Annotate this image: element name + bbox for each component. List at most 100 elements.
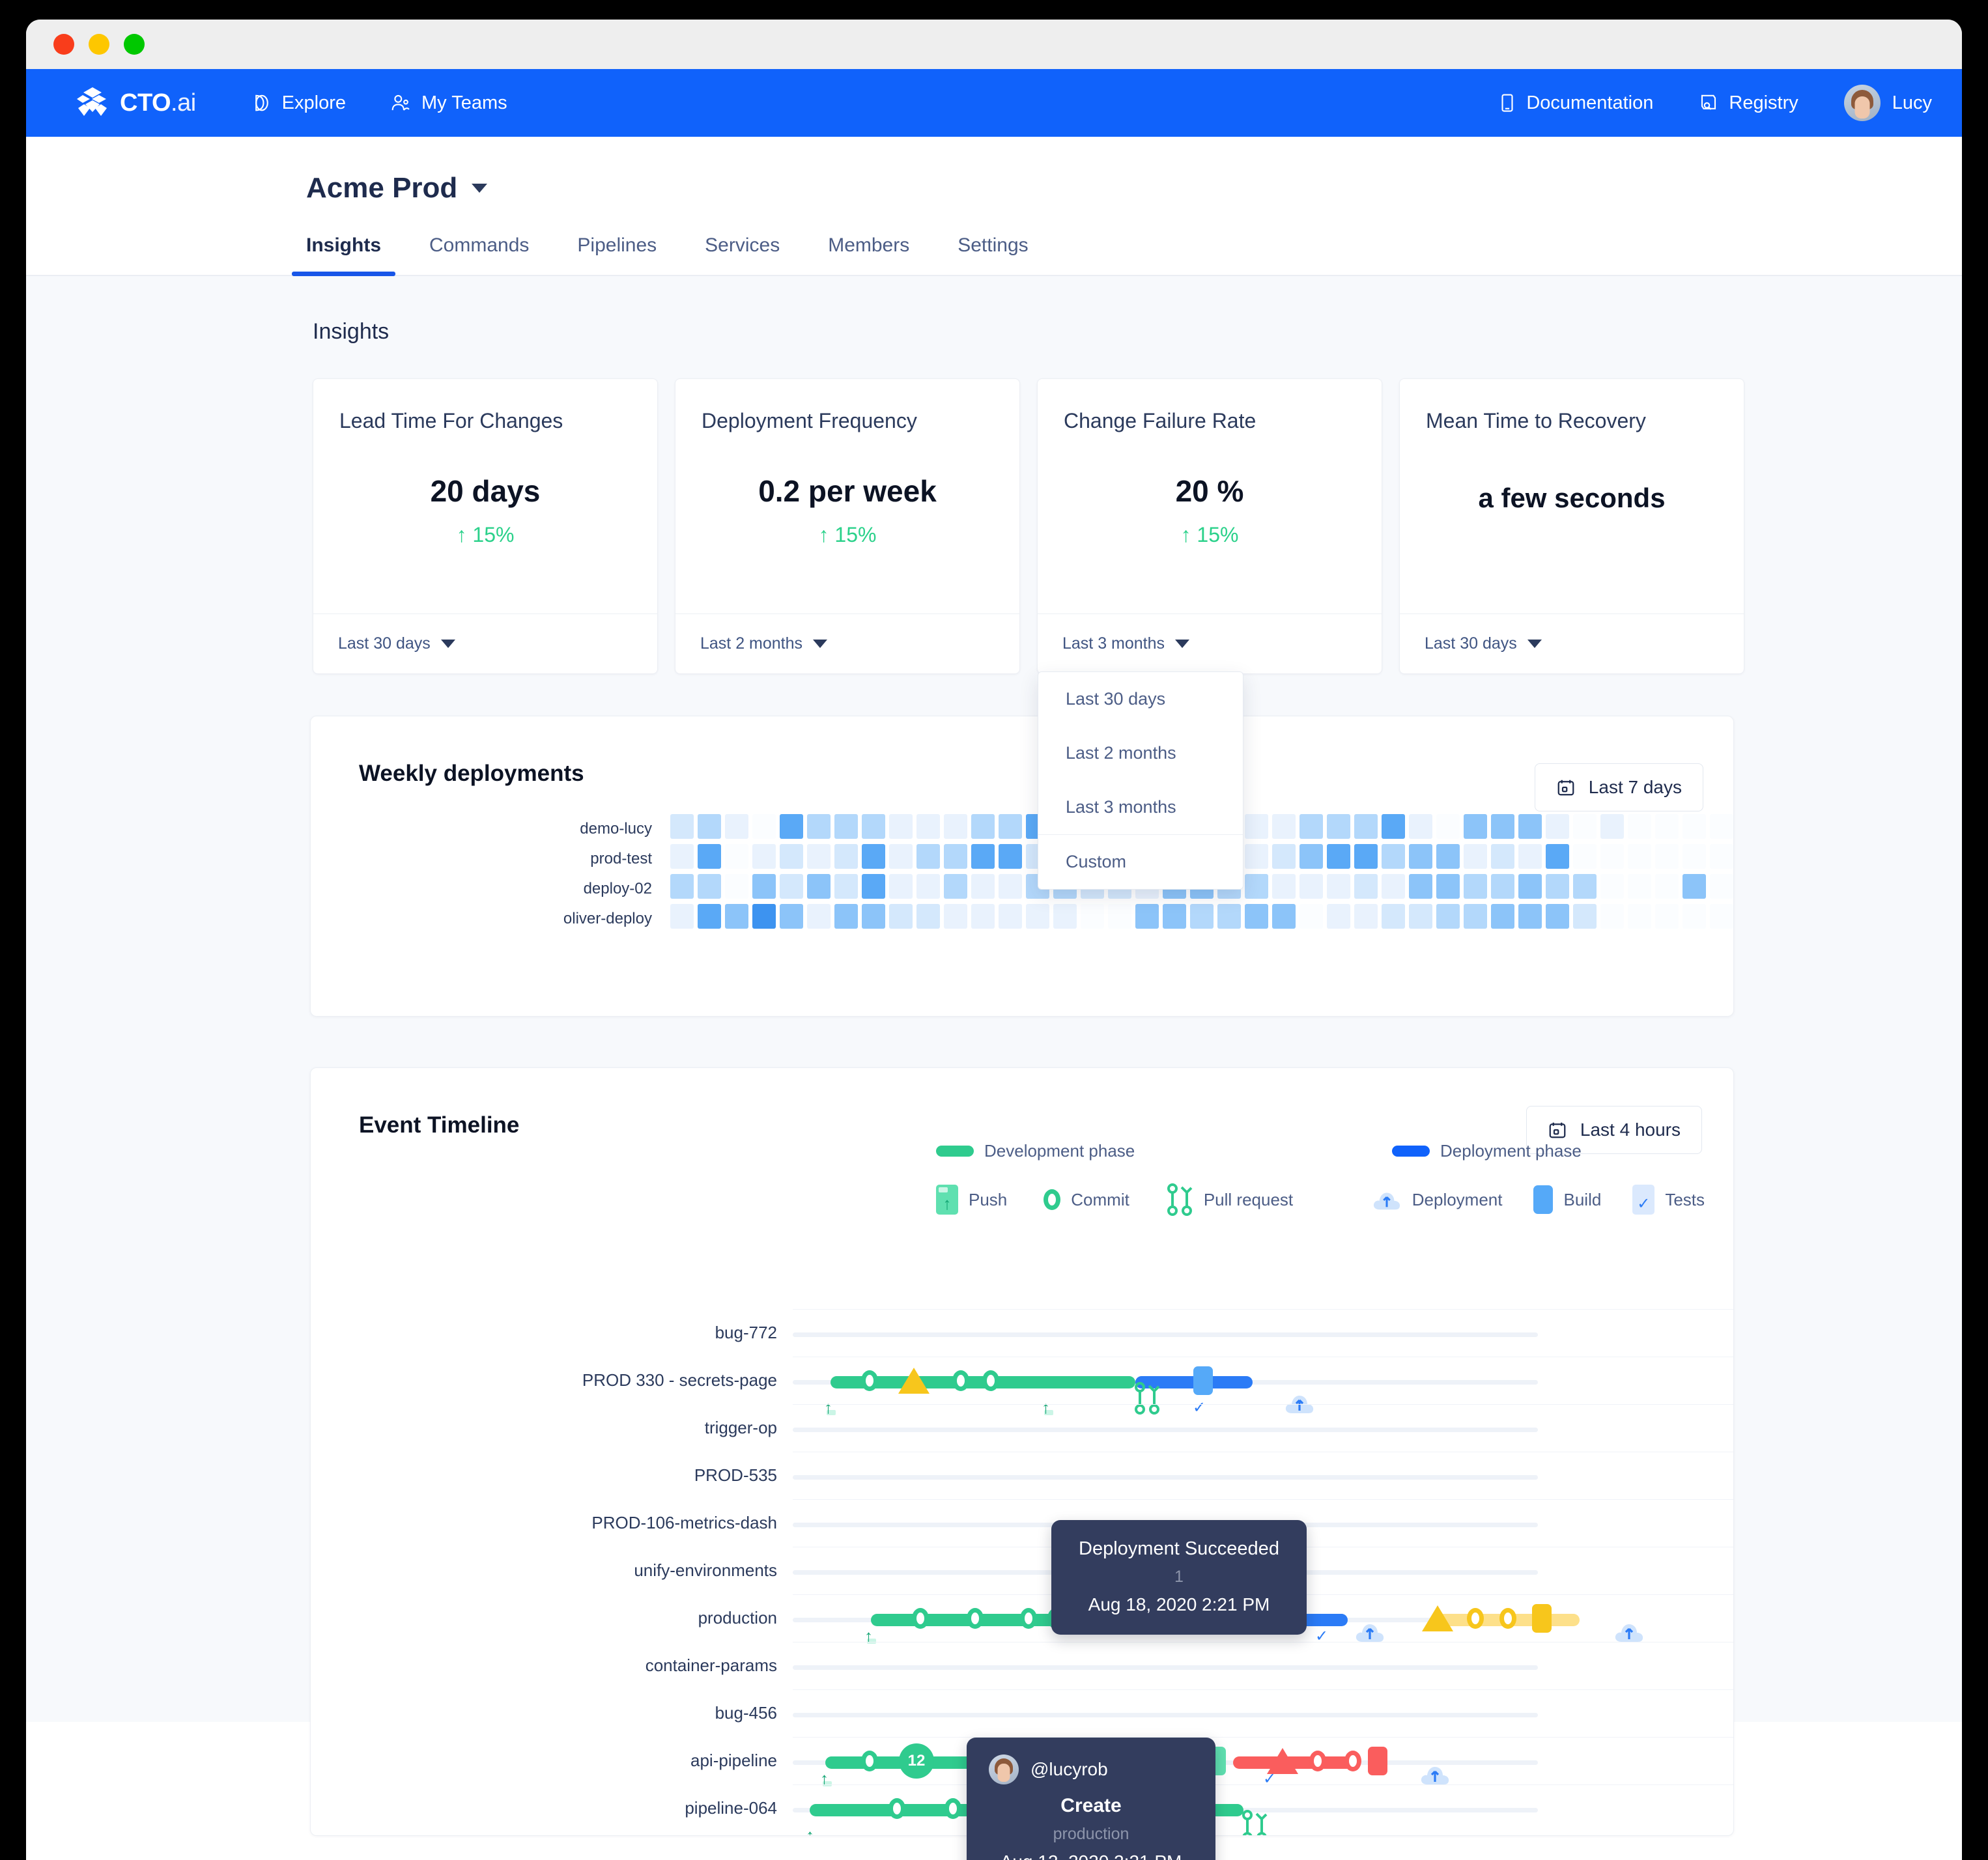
heatmap-cell[interactable] bbox=[752, 814, 776, 839]
heatmap-cell[interactable] bbox=[1546, 814, 1569, 839]
commit-count-badge[interactable]: 12 bbox=[899, 1743, 934, 1779]
pull-request-icon[interactable] bbox=[1242, 1810, 1268, 1835]
commit-icon[interactable] bbox=[1309, 1751, 1326, 1771]
warning-icon[interactable] bbox=[1422, 1605, 1453, 1631]
heatmap-cell[interactable] bbox=[1546, 844, 1569, 869]
heatmap-cell[interactable] bbox=[1299, 844, 1323, 869]
heatmap-cell[interactable] bbox=[1354, 904, 1378, 929]
card-range-selector[interactable]: Last 3 months Last 30 days Last 2 months… bbox=[1038, 613, 1382, 890]
commit-icon[interactable] bbox=[1020, 1608, 1037, 1629]
window-minimize-button[interactable] bbox=[89, 34, 109, 55]
heatmap-cell[interactable] bbox=[1573, 904, 1597, 929]
heatmap-cell[interactable] bbox=[1655, 814, 1679, 839]
nav-registry[interactable]: Registry bbox=[1699, 92, 1798, 114]
timeline-track[interactable] bbox=[793, 1404, 1733, 1452]
heatmap-cell[interactable] bbox=[999, 904, 1022, 929]
heatmap-cell[interactable] bbox=[807, 874, 831, 899]
commit-icon[interactable] bbox=[1467, 1608, 1484, 1629]
heatmap-cell[interactable] bbox=[752, 844, 776, 869]
heatmap-cell[interactable] bbox=[1217, 904, 1241, 929]
heatmap-cell[interactable] bbox=[1464, 874, 1487, 899]
warning-icon[interactable] bbox=[898, 1368, 930, 1394]
timeline-track[interactable] bbox=[793, 1784, 1733, 1835]
heatmap-cell[interactable] bbox=[780, 814, 803, 839]
heatmap-cell[interactable] bbox=[1354, 814, 1378, 839]
heatmap-cell[interactable] bbox=[725, 874, 748, 899]
heatmap-cell[interactable] bbox=[807, 904, 831, 929]
commit-icon[interactable] bbox=[861, 1370, 878, 1391]
heatmap-cell[interactable] bbox=[971, 904, 995, 929]
heatmap-cell[interactable] bbox=[971, 844, 995, 869]
commit-icon[interactable] bbox=[861, 1751, 878, 1771]
heatmap-cell[interactable] bbox=[1655, 904, 1679, 929]
heatmap-cell[interactable] bbox=[1190, 904, 1214, 929]
heatmap-cell[interactable] bbox=[889, 874, 913, 899]
heatmap-cell[interactable] bbox=[1600, 844, 1624, 869]
heatmap-cell[interactable] bbox=[698, 874, 721, 899]
heatmap-cell[interactable] bbox=[1491, 904, 1514, 929]
heatmap-cell[interactable] bbox=[1354, 874, 1378, 899]
heatmap-cell[interactable] bbox=[916, 874, 940, 899]
team-selector[interactable]: Acme Prod bbox=[26, 172, 1962, 204]
heatmap-cell[interactable] bbox=[834, 874, 858, 899]
heatmap-cell[interactable] bbox=[1683, 844, 1706, 869]
heatmap-cell[interactable] bbox=[1026, 904, 1049, 929]
commit-icon[interactable] bbox=[1344, 1751, 1361, 1771]
heatmap-cell[interactable] bbox=[670, 814, 694, 839]
heatmap-cell[interactable] bbox=[1710, 874, 1733, 899]
heatmap-cell[interactable] bbox=[916, 844, 940, 869]
commit-icon[interactable] bbox=[967, 1608, 984, 1629]
heatmap-cell[interactable] bbox=[1135, 904, 1159, 929]
heatmap-cell[interactable] bbox=[1272, 904, 1296, 929]
heatmap-cell[interactable] bbox=[1491, 844, 1514, 869]
heatmap-cell[interactable] bbox=[971, 814, 995, 839]
heatmap-cell[interactable] bbox=[944, 844, 967, 869]
heatmap-cell[interactable] bbox=[862, 874, 885, 899]
heatmap-cell[interactable] bbox=[1081, 904, 1104, 929]
heatmap-cell[interactable] bbox=[1491, 874, 1514, 899]
heatmap-cell[interactable] bbox=[807, 844, 831, 869]
heatmap-cell[interactable] bbox=[1710, 844, 1733, 869]
heatmap-cell[interactable] bbox=[670, 874, 694, 899]
heatmap-cell[interactable] bbox=[1245, 844, 1268, 869]
heatmap-cell[interactable] bbox=[944, 814, 967, 839]
heatmap-cell[interactable] bbox=[1436, 904, 1460, 929]
heatmap-cell[interactable] bbox=[916, 814, 940, 839]
error-icon[interactable] bbox=[1267, 1748, 1298, 1774]
heatmap-cell[interactable] bbox=[834, 844, 858, 869]
timeline-track[interactable] bbox=[793, 1642, 1733, 1689]
heatmap-cell[interactable] bbox=[1518, 814, 1542, 839]
heatmap-cell[interactable] bbox=[1245, 814, 1268, 839]
heatmap-cell[interactable] bbox=[1382, 814, 1405, 839]
heatmap-cell[interactable] bbox=[834, 904, 858, 929]
heatmap-cell[interactable] bbox=[971, 874, 995, 899]
commit-icon[interactable] bbox=[952, 1370, 969, 1391]
heatmap-cell[interactable] bbox=[1546, 904, 1569, 929]
timeline-track[interactable]: 12 bbox=[793, 1737, 1733, 1784]
heatmap-cell[interactable] bbox=[698, 844, 721, 869]
heatmap-cell[interactable] bbox=[862, 844, 885, 869]
heatmap-cell[interactable] bbox=[1436, 844, 1460, 869]
dropdown-item-last-30-days[interactable]: Last 30 days bbox=[1038, 672, 1243, 726]
nav-my-teams[interactable]: My Teams bbox=[390, 92, 507, 114]
heatmap-cell[interactable] bbox=[1683, 874, 1706, 899]
card-range-selector[interactable]: Last 30 days bbox=[313, 613, 657, 673]
heatmap-cell[interactable] bbox=[1710, 904, 1733, 929]
heatmap-cell[interactable] bbox=[916, 904, 940, 929]
heatmap-cell[interactable] bbox=[1464, 904, 1487, 929]
heatmap-cell[interactable] bbox=[1600, 814, 1624, 839]
heatmap-cell[interactable] bbox=[944, 874, 967, 899]
dropdown-item-last-2-months[interactable]: Last 2 months bbox=[1038, 726, 1243, 780]
heatmap-cell[interactable] bbox=[1436, 874, 1460, 899]
heatmap-cell[interactable] bbox=[698, 814, 721, 839]
heatmap-cell[interactable] bbox=[1354, 844, 1378, 869]
nav-documentation[interactable]: Documentation bbox=[1499, 92, 1653, 114]
heatmap-cell[interactable] bbox=[1272, 874, 1296, 899]
heatmap-cell[interactable] bbox=[1327, 844, 1350, 869]
heatmap-cell[interactable] bbox=[807, 814, 831, 839]
commit-icon[interactable] bbox=[888, 1798, 905, 1819]
heatmap-cell[interactable] bbox=[1327, 874, 1350, 899]
heatmap-cell[interactable] bbox=[752, 874, 776, 899]
heatmap-cell[interactable] bbox=[1382, 874, 1405, 899]
timeline-track[interactable] bbox=[793, 1689, 1733, 1737]
